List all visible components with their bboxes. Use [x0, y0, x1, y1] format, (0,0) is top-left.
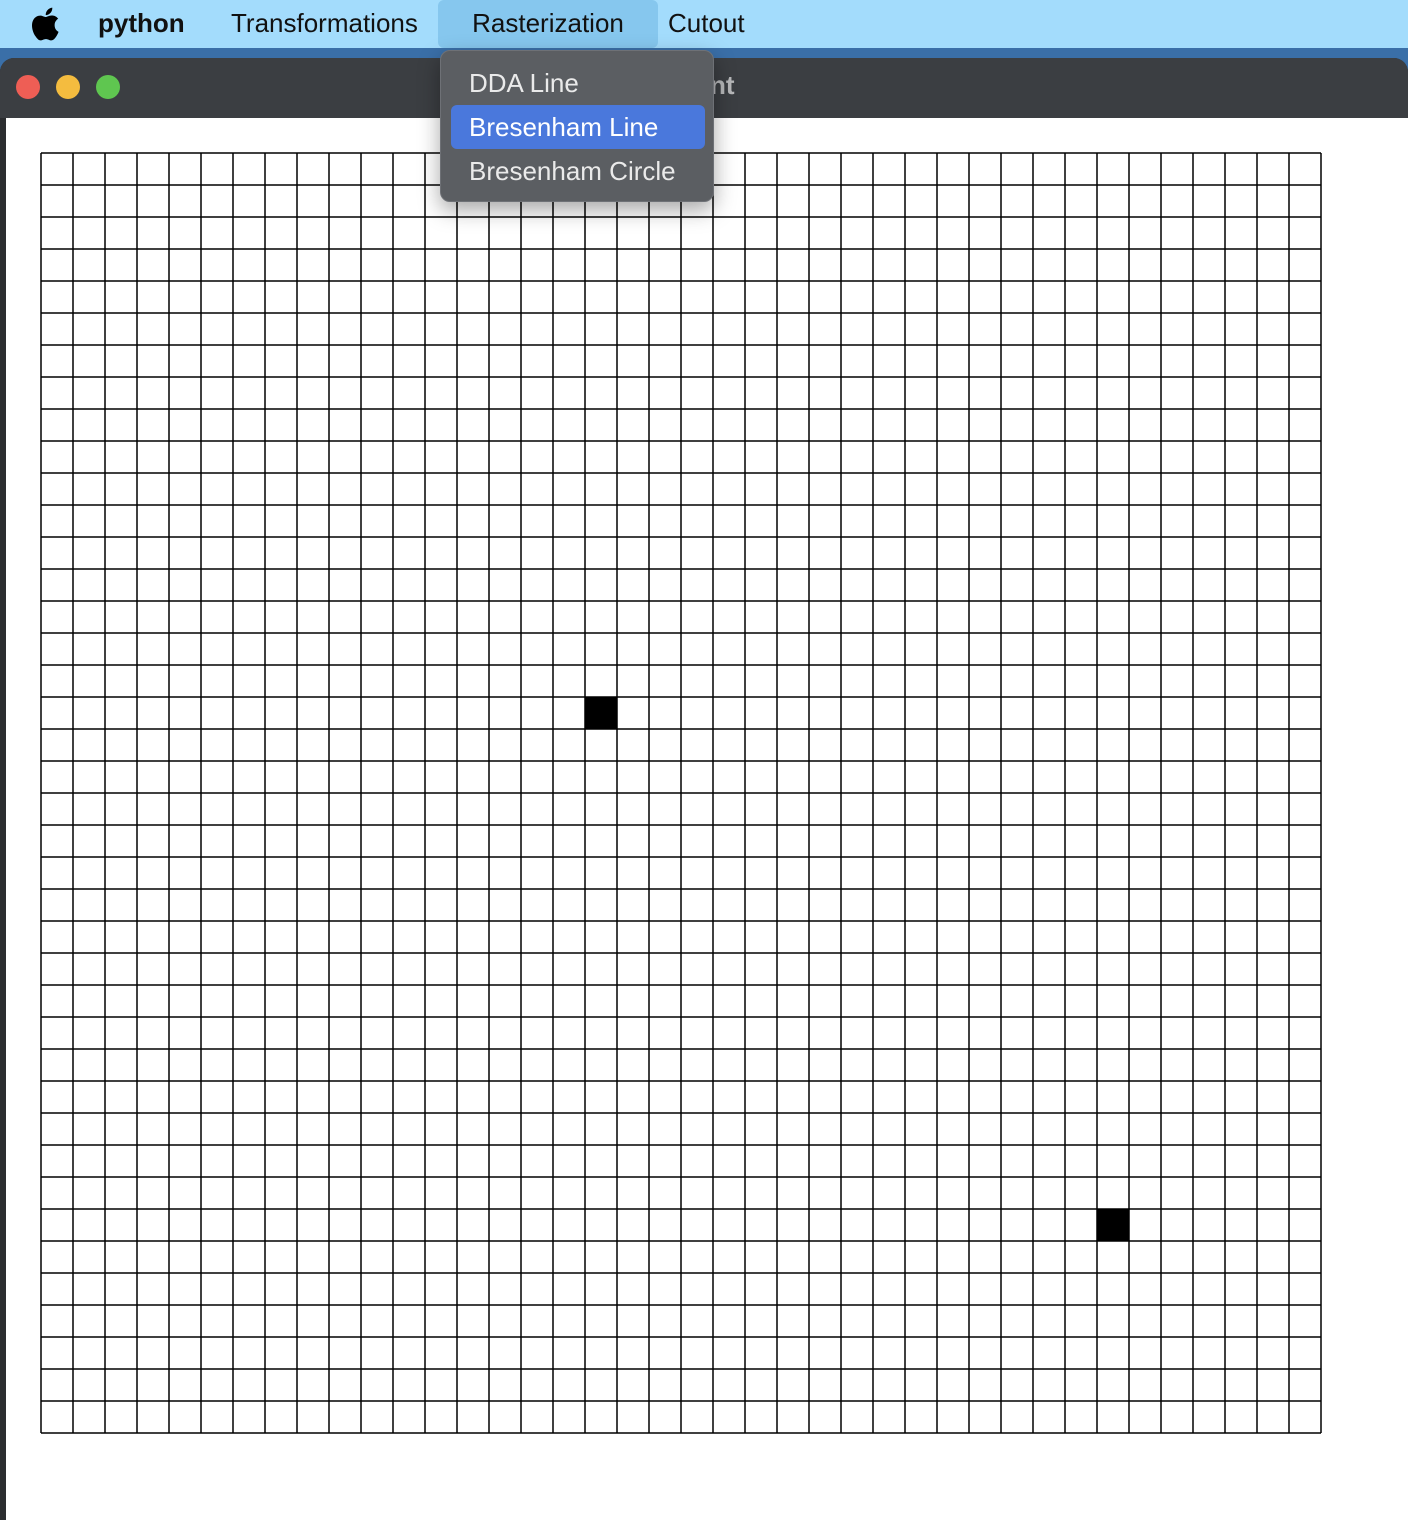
filled-pixel-1	[585, 697, 617, 729]
close-window-button[interactable]	[16, 75, 40, 99]
menu-transformations[interactable]: Transformations	[216, 0, 433, 48]
menu-item-dda-line[interactable]: DDA Line	[451, 61, 705, 105]
apple-logo-icon[interactable]	[30, 6, 60, 42]
menu-app-name[interactable]: python	[83, 0, 200, 48]
zoom-window-button[interactable]	[96, 75, 120, 99]
menu-cutout[interactable]: Cutout	[653, 0, 760, 48]
minimize-window-button[interactable]	[56, 75, 80, 99]
app-window: nt	[0, 58, 1408, 1520]
menu-rasterization[interactable]: Rasterization	[438, 0, 658, 48]
pixel-grid[interactable]	[6, 118, 1408, 1520]
raster-canvas[interactable]	[6, 118, 1408, 1520]
filled-pixel-2	[1097, 1209, 1129, 1241]
menu-item-bresenham-circle[interactable]: Bresenham Circle	[451, 149, 705, 193]
menu-item-bresenham-line[interactable]: Bresenham Line	[451, 105, 705, 149]
rasterization-dropdown: DDA Line Bresenham Line Bresenham Circle	[440, 50, 714, 202]
menu-bar: python Transformations Rasterization Cut…	[0, 0, 1408, 48]
